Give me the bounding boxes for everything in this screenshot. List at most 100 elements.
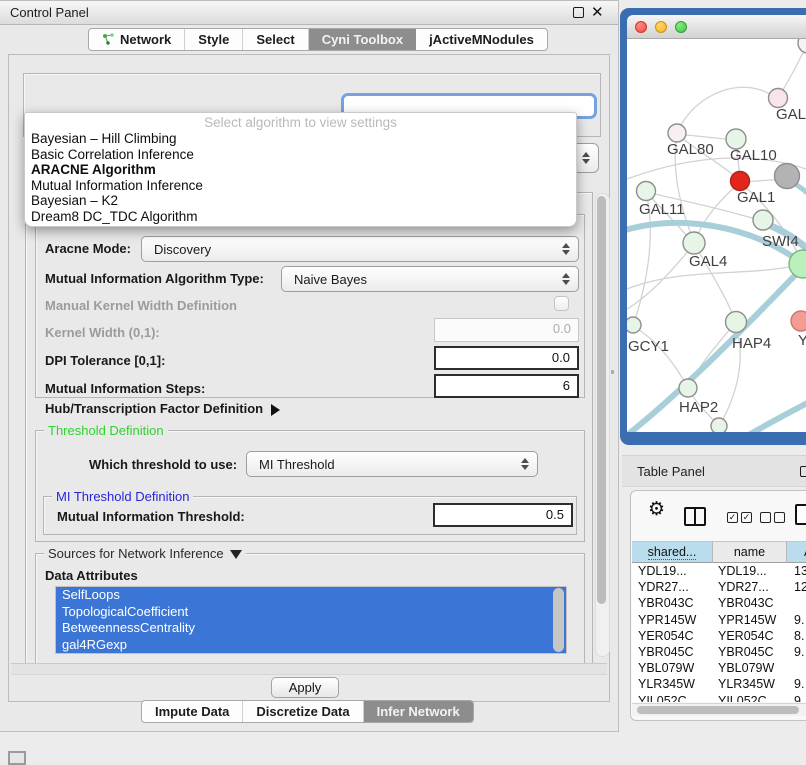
mi-type-combo[interactable]: Naive Bayes (281, 266, 579, 292)
column-header-name[interactable]: name (713, 541, 787, 563)
control-panel-tabs: Network Style Select Cyni Toolbox jActiv… (88, 28, 548, 51)
table-hscrollbar-thumb[interactable] (637, 706, 799, 714)
dpi-tolerance-label: DPI Tolerance [0,1]: (45, 353, 165, 368)
settings-scrollbar-track[interactable] (595, 193, 610, 657)
attribute-item[interactable]: gal4RGexp (56, 637, 566, 654)
unchecked-checkbox-icon[interactable] (760, 512, 771, 523)
table-panel-title: Table Panel (637, 464, 705, 479)
close-traffic-light-icon[interactable] (635, 21, 647, 33)
close-panel-icon[interactable]: ✕ (591, 3, 604, 21)
checked-checkbox-icon[interactable]: ✓ (727, 512, 738, 523)
kernel-width-field[interactable]: 0.0 (434, 318, 579, 342)
minimized-panel-icon[interactable] (8, 751, 26, 765)
table-cell: 13 (794, 563, 806, 579)
attribute-item[interactable]: BetweennessCentrality (56, 620, 566, 637)
data-attributes-list[interactable]: SelfLoops TopologicalCoefficient Between… (55, 586, 567, 654)
node-unlabeled (711, 418, 727, 432)
sources-group-title[interactable]: Sources for Network Inference (44, 546, 246, 561)
manual-kernel-checkbox[interactable] (554, 296, 569, 311)
float-panel-icon[interactable] (573, 7, 584, 18)
attribute-item[interactable]: TopologicalCoefficient (56, 604, 566, 621)
settings-hscroll-track[interactable] (11, 663, 607, 675)
column-header-label: shared... (648, 545, 697, 560)
algorithm-option[interactable]: Bayesian – Hill Climbing (25, 131, 576, 147)
tab-cyni-toolbox[interactable]: Cyni Toolbox (309, 29, 416, 50)
aracne-mode-combo[interactable]: Discovery (141, 236, 579, 262)
combo-arrows-icon (562, 243, 570, 255)
aracne-mode-value: Discovery (154, 242, 211, 257)
tab-discretize-data[interactable]: Discretize Data (243, 701, 363, 722)
table-cell: YIL052C (638, 693, 712, 703)
algorithm-option[interactable]: Mutual Information Inference (25, 178, 576, 194)
table-cell: YLR345W (718, 676, 788, 692)
algorithm-option[interactable]: Bayesian – K2 (25, 193, 576, 209)
node-label: HAP2 (679, 399, 718, 416)
table-hscrollbar-track[interactable] (632, 703, 806, 716)
tab-infer-network[interactable]: Infer Network (364, 701, 473, 722)
tab-jactivemnodules[interactable]: jActiveMNodules (416, 29, 547, 50)
network-graph: GAL GAL80 GAL10 GAL1 GAL11 SWI4 GAL4 GCY… (627, 39, 806, 432)
hub-section-label: Hub/Transcription Factor Definition (45, 401, 263, 416)
network-canvas[interactable]: GAL GAL80 GAL10 GAL1 GAL11 SWI4 GAL4 GCY… (627, 39, 806, 432)
attribute-list-scrollbar[interactable] (553, 588, 564, 652)
table-row[interactable]: YBR045CYBR045C9. (632, 644, 806, 660)
table-cell: YBR045C (638, 644, 712, 660)
apply-button[interactable]: Apply (271, 677, 339, 698)
table-row[interactable]: YPR145WYPR145W9. (632, 612, 806, 628)
zoom-traffic-light-icon[interactable] (675, 21, 687, 33)
table-cell: YER054C (718, 628, 788, 644)
tab-style[interactable]: Style (185, 29, 243, 50)
algorithm-option[interactable]: Dream8 DC_TDC Algorithm (25, 209, 576, 225)
bottom-tabs: Impute Data Discretize Data Infer Networ… (141, 700, 474, 723)
table-row[interactable]: YIL052CYIL052C9 (632, 693, 806, 703)
node-gal-partial (769, 89, 788, 108)
unchecked-checkbox-icon[interactable] (774, 512, 785, 523)
tab-network[interactable]: Network (89, 29, 185, 50)
table-cell: YDR27... (718, 579, 788, 595)
algorithm-dropdown-placeholder: Select algorithm to view settings (25, 115, 576, 131)
tab-select[interactable]: Select (243, 29, 308, 50)
table-row[interactable]: YBR043CYBR043C (632, 595, 806, 611)
node-unlabeled (627, 317, 641, 333)
algorithm-option-highlighted[interactable]: ARACNE Algorithm (25, 162, 576, 178)
kernel-width-label: Kernel Width (0,1): (45, 325, 160, 340)
node-gal11 (637, 182, 656, 201)
table-cell: YBR045C (718, 644, 788, 660)
which-threshold-combo[interactable]: MI Threshold (246, 451, 538, 477)
combo-arrows-icon (562, 273, 570, 285)
network-window-titlebar[interactable] (627, 15, 806, 39)
dpi-tolerance-field[interactable]: 0.0 (434, 346, 579, 370)
node-label: Y (798, 332, 806, 349)
table-cell: 9 (794, 693, 806, 703)
table-row[interactable]: YDR27...YDR27...12 (632, 579, 806, 595)
column-header-shared-name[interactable]: shared... (632, 541, 713, 563)
checked-checkbox-icon[interactable]: ✓ (741, 512, 752, 523)
mi-steps-field[interactable]: 6 (434, 374, 579, 398)
table-cell: 12 (794, 579, 806, 595)
column-header-partial[interactable]: A (787, 541, 806, 563)
split-columns-icon[interactable] (684, 507, 706, 526)
tab-impute-data[interactable]: Impute Data (142, 701, 243, 722)
document-icon[interactable] (795, 504, 806, 525)
gear-icon[interactable]: ⚙ (648, 500, 665, 519)
table-panel-float-icon[interactable] (800, 466, 806, 477)
table-rows[interactable]: YDL19...YDL19...13YDR27...YDR27...12YBR0… (632, 563, 806, 702)
combo-arrows-icon (582, 152, 590, 164)
hub-section-toggle[interactable]: Hub/Transcription Factor Definition (45, 401, 280, 416)
splitter-handle[interactable] (611, 370, 614, 374)
algorithm-option[interactable]: Basic Correlation Inference (25, 147, 576, 163)
table-cell: YDL19... (718, 563, 788, 579)
network-view-window: GAL GAL80 GAL10 GAL1 GAL11 SWI4 GAL4 GCY… (620, 8, 806, 445)
table-row[interactable]: YDL19...YDL19...13 (632, 563, 806, 579)
table-row[interactable]: YER054CYER054C8. (632, 628, 806, 644)
minimize-traffic-light-icon[interactable] (655, 21, 667, 33)
tab-network-label: Network (120, 32, 171, 47)
mi-threshold-field[interactable]: 0.5 (433, 503, 573, 527)
network-node-labels: GAL GAL80 GAL10 GAL1 GAL11 SWI4 GAL4 GCY… (628, 106, 806, 416)
settings-scrollbar-thumb[interactable] (597, 196, 606, 604)
control-panel-title: Control Panel (10, 5, 89, 20)
attribute-item[interactable]: SelfLoops (56, 587, 566, 604)
table-row[interactable]: YBL079WYBL079W (632, 660, 806, 676)
mi-type-value: Naive Bayes (294, 272, 367, 287)
table-row[interactable]: YLR345WYLR345W9. (632, 676, 806, 692)
